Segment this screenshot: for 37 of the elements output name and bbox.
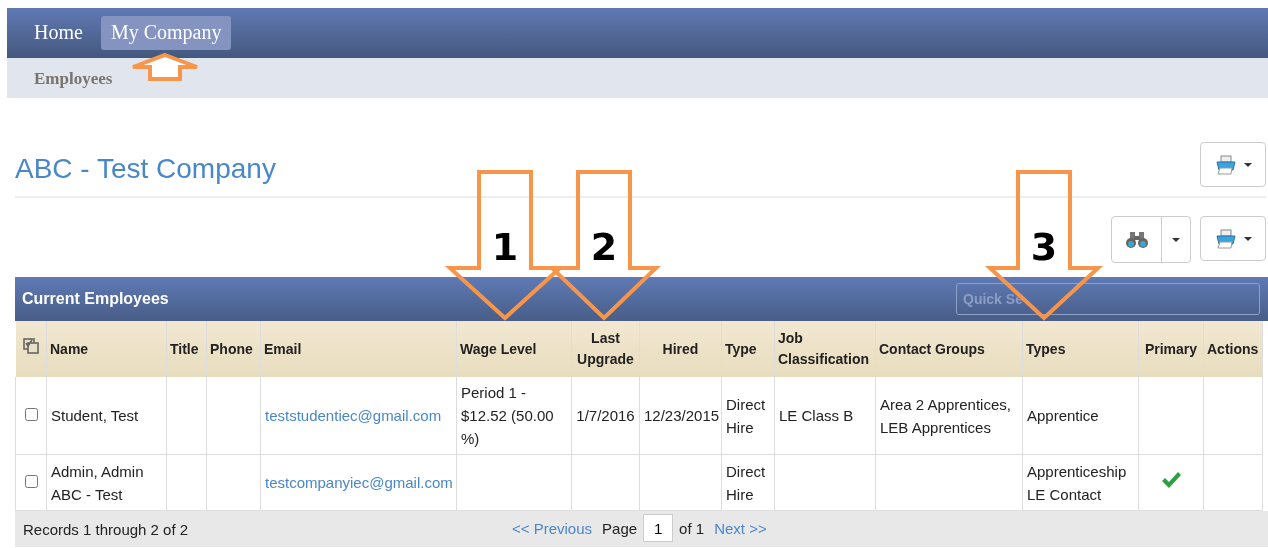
caret-icon xyxy=(1172,237,1180,242)
print-button[interactable] xyxy=(1200,142,1266,187)
printer-icon xyxy=(1214,154,1238,175)
caret-icon xyxy=(1244,162,1252,167)
page-field[interactable]: 1 xyxy=(643,514,674,542)
print-button[interactable] xyxy=(1200,216,1266,261)
page-label: Page xyxy=(602,519,638,537)
callout-number: 3 xyxy=(1030,225,1058,269)
records-count: Records 1 through 2 of 2 xyxy=(23,520,189,538)
table-cell-text: Apprentice xyxy=(1027,406,1100,426)
table-cell: LE Class B xyxy=(779,407,854,424)
table-cell: Direct Hire xyxy=(726,395,766,436)
table-cell: Student, Test xyxy=(51,407,139,424)
table-cell: 12/23/2015 xyxy=(644,407,720,424)
annotation-arrow xyxy=(131,52,199,81)
table-cell: Period 1 - $12.52 (50.00 %) xyxy=(461,384,554,447)
table-cell: Direct Hire xyxy=(726,462,766,503)
panel-title: Current Employees xyxy=(22,290,169,308)
table-cell: Area 2 Apprentices, LEB Apprentices xyxy=(880,395,1011,436)
page-title: ABC - Test Company xyxy=(15,151,276,185)
row-checkbox[interactable] xyxy=(25,475,38,488)
email-link[interactable]: teststudentiec@gmail.com xyxy=(265,407,442,424)
table-cell: Admin, Admin ABC - Test xyxy=(51,462,144,503)
binoculars-icon xyxy=(1124,230,1149,249)
row-checkbox[interactable] xyxy=(25,408,38,421)
select-all-icon[interactable] xyxy=(22,338,39,354)
nav-tab[interactable]: Home xyxy=(24,16,93,50)
caret-icon xyxy=(1244,236,1252,241)
search-split-button[interactable] xyxy=(1111,216,1191,263)
table-cell-text: Apprenticeship xyxy=(1027,461,1128,482)
printer-icon xyxy=(1214,228,1238,249)
callout-number: 1 xyxy=(491,225,519,269)
table-cell-text: LE Contact xyxy=(1027,484,1103,505)
page-count: of 1 xyxy=(679,519,705,537)
callout-number: 2 xyxy=(590,225,618,269)
table-cell: 1/7/2016 xyxy=(576,407,635,424)
sub-nav-link[interactable]: Employees xyxy=(34,69,113,89)
